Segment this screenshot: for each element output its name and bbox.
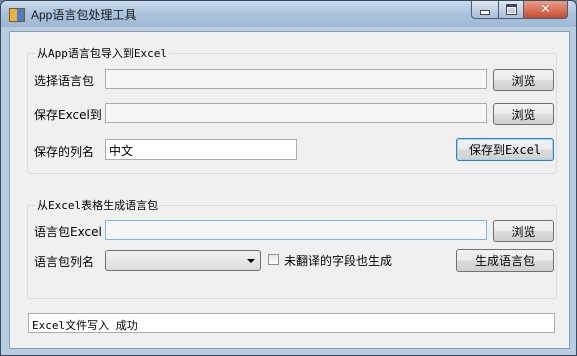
select-pack-label: 选择语言包 <box>34 74 95 88</box>
maximize-icon <box>505 4 517 15</box>
save-to-excel-button[interactable]: 保存到Excel <box>456 138 554 161</box>
pack-excel-field[interactable] <box>105 220 487 240</box>
untranslated-checkbox[interactable] <box>268 254 279 265</box>
import-group-title: 从App语言包导入到Excel <box>35 45 169 61</box>
status-bar: Excel文件写入 成功 <box>28 313 555 333</box>
client-area: 从App语言包导入到Excel 选择语言包 浏览 保存Excel到 浏览 保存的… <box>9 31 570 349</box>
maximize-button[interactable] <box>499 1 524 19</box>
status-text: Excel文件写入 成功 <box>32 319 138 332</box>
save-excel-label: 保存Excel到 <box>34 108 102 122</box>
close-icon: ✕ <box>540 2 551 17</box>
pack-column-select[interactable] <box>105 250 261 271</box>
minimize-button[interactable] <box>471 1 499 19</box>
minimize-icon <box>480 10 490 15</box>
app-window: App语言包处理工具 ✕ 从App语言包导入到Excel 选择语言包 浏览 保存… <box>0 0 577 356</box>
chevron-down-icon <box>247 259 255 263</box>
generate-group-title: 从Excel表格生成语言包 <box>35 197 161 213</box>
untranslated-label[interactable]: 未翻译的字段也生成 <box>284 252 392 269</box>
browse-excel-button[interactable]: 浏览 <box>493 220 554 242</box>
caption-buttons: ✕ <box>471 1 568 19</box>
pack-excel-label: 语言包Excel <box>34 225 102 239</box>
save-excel-field[interactable] <box>105 103 487 123</box>
column-name-label: 保存的列名 <box>34 145 95 159</box>
browse-pack-button[interactable]: 浏览 <box>493 69 554 91</box>
window-title: App语言包处理工具 <box>31 8 137 22</box>
column-name-value: 中文 <box>109 144 134 158</box>
select-pack-field[interactable] <box>105 69 487 89</box>
column-name-input[interactable]: 中文 <box>105 139 297 160</box>
app-icon <box>9 8 25 22</box>
generate-pack-button[interactable]: 生成语言包 <box>456 249 554 272</box>
title-bar[interactable]: App语言包处理工具 ✕ <box>1 1 576 27</box>
pack-column-label: 语言包列名 <box>34 255 95 269</box>
close-button[interactable]: ✕ <box>524 1 568 19</box>
browse-save-button[interactable]: 浏览 <box>493 103 554 125</box>
